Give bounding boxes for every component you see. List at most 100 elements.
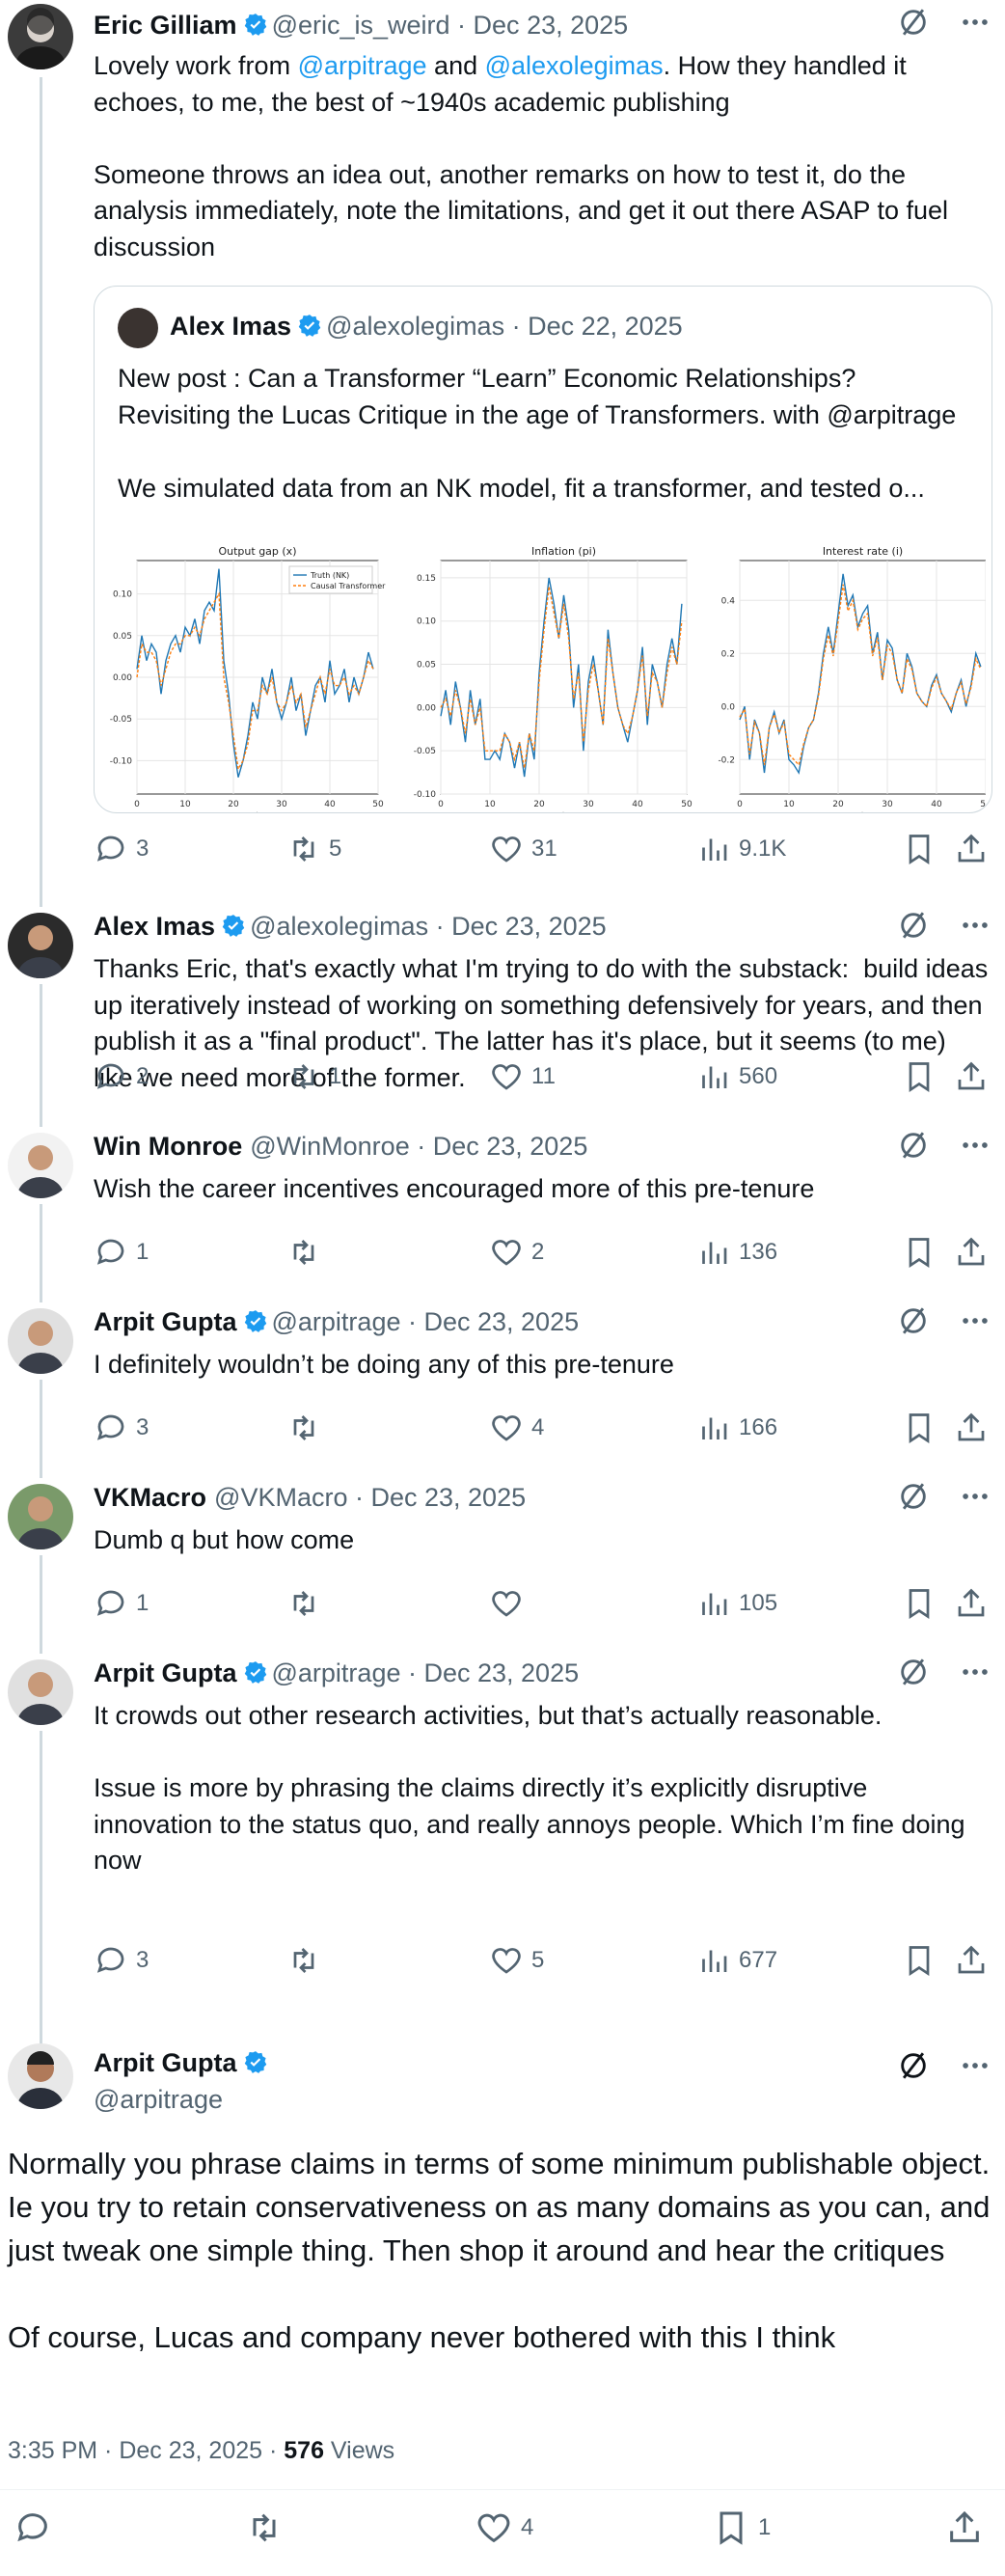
more-icon[interactable]	[959, 2049, 991, 2082]
like-button[interactable]: 11	[489, 1059, 556, 1094]
views-button[interactable]: 166	[696, 1411, 777, 1445]
reply-post[interactable]: Arpit Gupta @arpitrage · Dec 23, 2025 I d…	[0, 1293, 1005, 1478]
repost-button[interactable]	[286, 1586, 329, 1621]
bookmark-icon	[909, 1238, 930, 1269]
like-button[interactable]: 4	[475, 2508, 533, 2547]
like-button[interactable]: 31	[489, 832, 557, 866]
bookmark-button[interactable]	[902, 1943, 944, 1978]
author-handle[interactable]: @eric_is_weird	[272, 11, 450, 40]
views-button[interactable]: 105	[696, 1586, 777, 1621]
reply-post[interactable]: Arpit Gupta @arpitrage · Dec 23, 2025 It …	[0, 1644, 1005, 2045]
mention-link[interactable]: @alexolegimas	[485, 51, 664, 80]
author-name[interactable]: Arpit Gupta	[94, 1658, 237, 1687]
share-button[interactable]	[954, 1059, 996, 1094]
grok-icon[interactable]	[897, 2049, 930, 2082]
like-button[interactable]: 4	[489, 1411, 544, 1445]
more-icon[interactable]	[959, 1304, 991, 1337]
share-button[interactable]	[954, 832, 996, 866]
more-icon[interactable]	[959, 1656, 991, 1688]
grok-icon[interactable]	[897, 1656, 930, 1688]
reply-button[interactable]	[14, 2508, 60, 2547]
author-name[interactable]: Alex Imas	[94, 912, 215, 941]
more-icon[interactable]	[959, 1480, 991, 1513]
avatar[interactable]	[8, 1484, 73, 1549]
more-icon[interactable]	[959, 6, 991, 39]
bookmark-button[interactable]: 1	[712, 2508, 771, 2547]
post-date[interactable]: Dec 23, 2025	[474, 11, 629, 40]
grok-icon[interactable]	[897, 1304, 930, 1337]
share-button[interactable]	[945, 2508, 991, 2547]
views-button[interactable]: 677	[696, 1943, 777, 1978]
repost-button[interactable]	[286, 1411, 329, 1445]
post-date[interactable]: Dec 23, 2025	[433, 1132, 588, 1161]
repost-button[interactable]	[286, 1235, 329, 1270]
post-date[interactable]: Dec 23, 2025	[451, 912, 607, 941]
views-button[interactable]: 560	[696, 1059, 777, 1094]
bookmark-button[interactable]	[902, 832, 944, 866]
share-button[interactable]	[954, 1586, 996, 1621]
author-handle[interactable]: @arpitrage	[94, 2085, 223, 2114]
share-button[interactable]	[954, 1411, 996, 1445]
views-icon	[702, 1242, 727, 1264]
reply-button[interactable]: 2	[94, 1059, 149, 1094]
avatar[interactable]	[8, 2043, 73, 2109]
reply-button[interactable]: 3	[94, 1943, 149, 1978]
bookmark-button[interactable]	[902, 1411, 944, 1445]
quote-avatar[interactable]	[118, 308, 158, 348]
quote-date[interactable]: Dec 22, 2025	[528, 312, 683, 341]
more-icon[interactable]	[959, 909, 991, 942]
post-date[interactable]: Dec 23, 2025	[423, 1658, 579, 1687]
bookmark-button[interactable]	[902, 1059, 944, 1094]
author-name[interactable]: Arpit Gupta	[94, 2048, 237, 2077]
post-eric-gilliam[interactable]: Eric Gilliam @eric_is_weird · Dec 23, 202…	[0, 0, 1005, 907]
quoted-post[interactable]: Alex Imas @alexolegimas · Dec 22, 2025 Ne…	[94, 286, 992, 813]
avatar[interactable]	[8, 1133, 73, 1198]
views-button[interactable]: 136	[696, 1235, 777, 1270]
post-date[interactable]: Dec 23, 2025	[370, 1483, 526, 1512]
bookmark-button[interactable]	[902, 1235, 944, 1270]
mention-link[interactable]: @arpitrage	[298, 51, 427, 80]
repost-button[interactable]: 5	[286, 832, 341, 866]
grok-icon[interactable]	[897, 1480, 930, 1513]
bookmark-button[interactable]	[902, 1586, 944, 1621]
author-name[interactable]: VKMacro	[94, 1483, 206, 1512]
author-handle[interactable]: @WinMonroe	[250, 1132, 409, 1161]
repost-button[interactable]	[286, 1943, 329, 1978]
reply-button[interactable]: 1	[94, 1235, 149, 1270]
author-name[interactable]: Win Monroe	[94, 1132, 242, 1161]
author-name[interactable]: Arpit Gupta	[94, 1307, 237, 1336]
repost-button[interactable]: 1	[286, 1059, 341, 1094]
x-tick-label: 30	[276, 800, 287, 809]
author-handle[interactable]: @alexolegimas	[250, 912, 428, 941]
grok-icon[interactable]	[897, 6, 930, 39]
quote-figure[interactable]: Output gap (x)0.100.050.00-0.05-0.100 10 2…	[98, 537, 986, 813]
avatar[interactable]	[8, 1659, 73, 1725]
author-handle[interactable]: @arpitrage	[272, 1658, 401, 1687]
grok-icon[interactable]	[897, 909, 930, 942]
repost-button[interactable]	[245, 2508, 291, 2547]
author-name[interactable]: Eric Gilliam	[94, 11, 237, 40]
avatar[interactable]	[8, 913, 73, 978]
reply-post[interactable]: Win Monroe @WinMonroe · Dec 23, 2025 Wish…	[0, 1117, 1005, 1302]
reply-post[interactable]: Alex Imas @alexolegimas · Dec 23, 2025 Th…	[0, 897, 1005, 1127]
avatar[interactable]	[8, 4, 73, 69]
share-button[interactable]	[954, 1235, 996, 1270]
reply-button[interactable]: 3	[94, 832, 149, 866]
like-button[interactable]: 5	[489, 1943, 544, 1978]
grok-icon[interactable]	[897, 1129, 930, 1162]
reply-button[interactable]: 3	[94, 1411, 149, 1445]
post-date[interactable]: Dec 23, 2025	[423, 1307, 579, 1336]
like-button[interactable]	[489, 1586, 531, 1621]
views-button[interactable]: 9.1K	[696, 832, 786, 866]
post-time[interactable]: 3:35 PM · Dec 23, 2025 ·	[8, 2437, 284, 2464]
more-icon[interactable]	[959, 1129, 991, 1162]
author-handle[interactable]: @VKMacro	[214, 1483, 347, 1512]
reply-button[interactable]: 1	[94, 1586, 149, 1621]
avatar[interactable]	[8, 1308, 73, 1374]
quote-author-handle[interactable]: @alexolegimas	[326, 312, 504, 341]
author-handle[interactable]: @arpitrage	[272, 1307, 401, 1336]
reply-post[interactable]: VKMacro @VKMacro · Dec 23, 2025 Dumb q bu…	[0, 1468, 1005, 1654]
like-button[interactable]: 2	[489, 1235, 544, 1270]
share-button[interactable]	[954, 1943, 996, 1978]
quote-author-name[interactable]: Alex Imas	[170, 312, 291, 341]
